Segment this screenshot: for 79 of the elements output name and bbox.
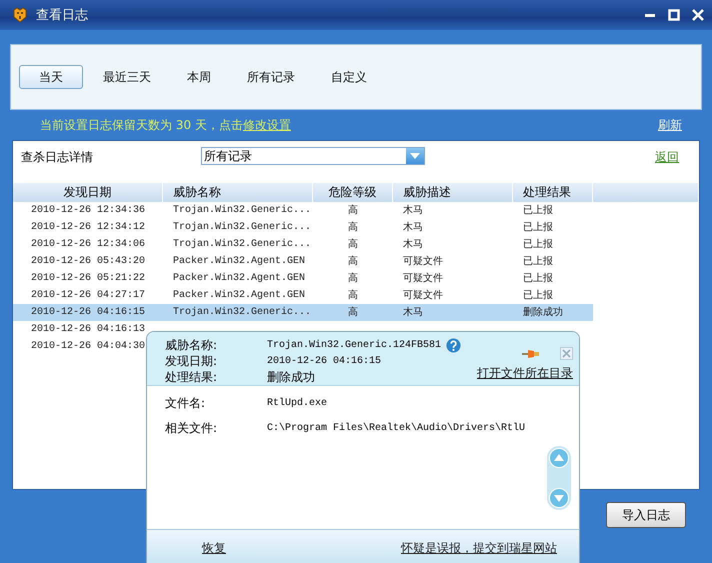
table-row[interactable]: 2010-12-26 05:43:20 Packer.Win32.Agent.GEN 高 可疑文件 已上报 <box>13 253 699 270</box>
help-icon[interactable] <box>446 338 462 353</box>
tiger-head-icon <box>12 7 28 23</box>
column-header[interactable]: 发现日期 <box>13 183 163 202</box>
field-label: 处理结果: <box>165 370 218 385</box>
table-cell-text: 2010-12-26 04:16:13 <box>30 323 146 337</box>
column-header[interactable]: 威胁名称 <box>163 183 313 202</box>
table-cell-text: Packer.Win32.Agent.GEN <box>172 254 306 269</box>
table-cell-text: Trojan.Win32.Generic... <box>172 238 312 252</box>
table-cell-text: 高 <box>347 272 359 286</box>
table-cell: Trojan.Win32.Generic... <box>163 304 313 321</box>
table-cell-text: 已上报 <box>522 272 554 286</box>
table-cell-text: Trojan.Win32.Generic... <box>172 220 312 235</box>
table-row[interactable]: 2010-12-26 05:21:22 Packer.Win32.Agent.GEN 高 可疑文件 已上报 <box>13 270 699 287</box>
period-tab[interactable]: 本周 <box>171 65 227 89</box>
refresh-link[interactable]: 刷新 <box>658 116 682 134</box>
table-cell-text: 已上报 <box>522 220 554 235</box>
retention-notice: 当前设置日志保留天数为 30 天，点击修改设置 <box>40 116 291 134</box>
open-folder-link[interactable]: 打开文件所在目录 <box>477 365 573 382</box>
field-label: 文件名: <box>165 396 206 411</box>
table-cell-text: 可疑文件 <box>402 272 444 286</box>
column-header[interactable]: 危险等级 <box>313 183 393 202</box>
back-link[interactable]: 返回 <box>655 149 679 166</box>
field-value: 2010-12-26 04:16:15 <box>267 355 382 369</box>
column-header[interactable]: 处理结果 <box>513 183 593 202</box>
table-cell-text: Packer.Win32.Agent.GEN <box>172 288 306 303</box>
filter-label: 查杀日志详情 <box>21 149 94 166</box>
table-row[interactable]: 2010-12-26 12:34:36 Trojan.Win32.Generic... 高 木马 已上报 <box>13 202 699 219</box>
table-cell-text: 木马 <box>402 204 424 218</box>
table-cell-text: 2010-12-26 05:21:22 <box>30 272 146 286</box>
table-cell-text: 已上报 <box>522 254 554 269</box>
table-cell-text: 已上报 <box>522 288 554 303</box>
table-row[interactable]: 2010-12-26 04:27:17 Packer.Win32.Agent.GEN 高 可疑文件 已上报 <box>13 287 699 304</box>
report-false-positive-link[interactable]: 怀疑是误报，提交到瑞星网站 <box>401 540 557 557</box>
field-value: C:\Program Files\Realtek\Audio\Drivers\RtlU <box>267 422 526 436</box>
table-cell-text: Packer.Win32.Agent.GEN <box>172 272 306 286</box>
field-value: 删除成功 <box>267 370 315 385</box>
table-cell-text: 高 <box>347 220 359 235</box>
field-label: 相关文件: <box>165 421 218 436</box>
table-cell-text: 高 <box>347 204 359 218</box>
table-cell-text: 已上报 <box>522 204 554 218</box>
filter-dropdown[interactable]: 所有记录 <box>201 147 425 165</box>
import-log-button[interactable]: 导入日志 <box>606 502 686 528</box>
table-cell-text: 2010-12-26 12:34:06 <box>30 238 146 252</box>
table-cell: 删除成功 <box>513 304 593 321</box>
table-cell-text: 可疑文件 <box>402 254 444 269</box>
table-cell-text: 木马 <box>402 220 424 235</box>
table-row[interactable]: 2010-12-26 12:34:06 Trojan.Win32.Generic... 高 木马 已上报 <box>13 236 699 253</box>
window-title: 查看日志 <box>36 7 89 24</box>
field-label: 发现日期: <box>165 354 218 369</box>
table-cell-text: 木马 <box>402 238 424 252</box>
restore-link[interactable]: 恢复 <box>202 540 226 557</box>
period-tab[interactable]: 当天 <box>19 65 83 89</box>
scroll-up-icon[interactable] <box>549 448 569 468</box>
pin-icon[interactable] <box>522 348 540 358</box>
table-cell-text: 2010-12-26 12:34:12 <box>30 221 146 235</box>
maximize-icon[interactable] <box>668 9 680 21</box>
period-tab[interactable]: 最近三天 <box>87 65 167 89</box>
field-label: 威胁名称: <box>165 338 218 353</box>
period-tab[interactable]: 自定义 <box>315 65 383 89</box>
table-cell-text: 2010-12-26 05:43:20 <box>30 255 146 269</box>
table-cell-text: 可疑文件 <box>402 288 444 303</box>
scroll-down-icon[interactable] <box>549 488 569 508</box>
table-cell-text: 高 <box>347 254 359 269</box>
table-cell: 高 <box>313 304 393 321</box>
table-cell-text: 高 <box>347 238 359 252</box>
field-value: Trojan.Win32.Generic.124FB581 <box>267 338 442 353</box>
table-cell-text: Trojan.Win32.Generic... <box>172 204 312 218</box>
column-header[interactable]: 威胁描述 <box>393 183 513 202</box>
table-cell-text: 2010-12-26 04:27:17 <box>30 289 146 303</box>
field-value: RtlUpd.exe <box>267 396 328 411</box>
table-cell-text: 已上报 <box>522 238 554 252</box>
table-cell: 木马 <box>393 304 513 321</box>
table-cell-text: 高 <box>347 288 359 303</box>
selected-row[interactable]: 2010-12-26 04:16:15 Trojan.Win32.Generic... 高 木马 删除成功 <box>13 304 699 321</box>
table-cell: 2010-12-26 04:16:15 <box>13 304 163 321</box>
table-row[interactable]: 2010-12-26 12:34:12 Trojan.Win32.Generic... 高 木马 已上报 <box>13 219 699 236</box>
table-cell-text: 2010-12-26 12:34:36 <box>30 204 146 218</box>
period-tab[interactable]: 所有记录 <box>231 65 311 89</box>
